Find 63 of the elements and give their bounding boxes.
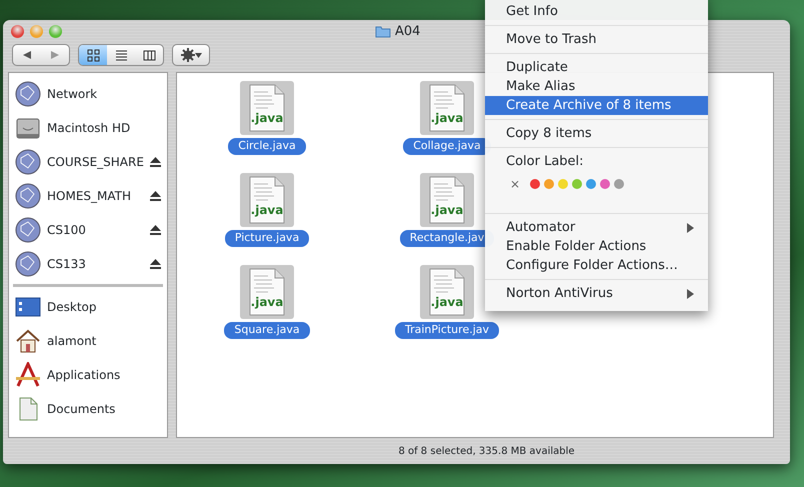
java-file-icon: .java — [248, 176, 286, 224]
sidebar-item[interactable]: HOMES_MATH — [47, 187, 144, 205]
menu-item[interactable]: Move to Trash — [485, 30, 708, 49]
menu-label: Color Label: — [505, 152, 585, 171]
sidebar-item[interactable]: Documents — [47, 400, 161, 418]
color-label-dot[interactable] — [600, 179, 610, 189]
color-label-dot[interactable] — [586, 179, 596, 189]
list-view-icon — [114, 48, 128, 62]
file-name[interactable]: Square.java — [224, 322, 310, 338]
color-label-dot[interactable] — [544, 179, 554, 189]
globe-icon — [15, 81, 41, 107]
folder-icon — [375, 25, 391, 38]
globe-icon — [15, 251, 41, 277]
color-label-dot[interactable] — [614, 179, 624, 189]
eject-icon[interactable] — [150, 225, 161, 235]
forward-arrow-icon — [50, 50, 60, 60]
menu-item[interactable]: Norton AntiVirus — [485, 284, 708, 303]
submenu-arrow-icon — [687, 222, 694, 232]
java-file-icon: .java — [428, 84, 466, 132]
globe-icon — [15, 149, 41, 175]
pencil-ruler-icon — [15, 362, 41, 388]
back-arrow-icon — [22, 50, 32, 60]
navigation-control[interactable] — [12, 44, 70, 66]
sidebar-item[interactable]: CS133 — [47, 255, 144, 273]
menu-item[interactable]: Duplicate — [485, 58, 708, 77]
sidebar-item[interactable]: COURSE_SHARE — [47, 153, 144, 171]
menu-item[interactable]: Make Alias — [485, 77, 708, 96]
sidebar-item[interactable]: Applications — [47, 366, 161, 384]
menu-item[interactable]: Configure Folder Actions… — [485, 256, 708, 275]
submenu-arrow-icon — [687, 288, 694, 298]
column-view-icon — [142, 48, 156, 62]
sidebar-item[interactable]: alamont — [47, 332, 161, 350]
java-file-icon: .java — [428, 176, 466, 224]
sidebar-item[interactable]: CS100 — [47, 221, 144, 239]
sidebar-item[interactable]: Macintosh HD — [47, 119, 161, 137]
java-file-icon: .java — [428, 268, 466, 316]
java-file-icon: .java — [248, 268, 286, 316]
eject-icon[interactable] — [150, 191, 161, 201]
house-icon — [15, 328, 41, 354]
close-button[interactable] — [11, 24, 24, 38]
window-title: A04 — [395, 23, 420, 41]
java-file-icon: .java — [248, 84, 286, 132]
eject-icon[interactable] — [150, 259, 161, 269]
gear-icon — [180, 48, 194, 62]
sidebar-item[interactable]: Desktop — [47, 298, 161, 316]
color-label-dot[interactable] — [558, 179, 568, 189]
globe-icon — [15, 217, 41, 243]
color-label-dot[interactable] — [530, 179, 540, 189]
icon-view-button[interactable] — [79, 45, 107, 65]
icon-view-icon — [86, 48, 100, 62]
status-text: 8 of 8 selected, 335.8 MB available — [398, 444, 575, 458]
file-name[interactable]: Circle.java — [228, 138, 306, 154]
menu-item[interactable]: Create Archive of 8 items — [485, 96, 708, 115]
eject-icon[interactable] — [150, 157, 161, 167]
caret-icon — [194, 52, 202, 58]
sidebar-item[interactable]: Network — [47, 85, 161, 103]
color-label-dot[interactable] — [572, 179, 582, 189]
view-switcher[interactable] — [78, 44, 164, 66]
file-name[interactable]: Picture.java — [224, 230, 310, 246]
clear-label-button[interactable]: × — [510, 175, 520, 193]
file-name[interactable]: TrainPicture.jav — [394, 322, 500, 338]
globe-icon — [15, 183, 41, 209]
menu-item[interactable]: Get Info — [485, 2, 708, 21]
